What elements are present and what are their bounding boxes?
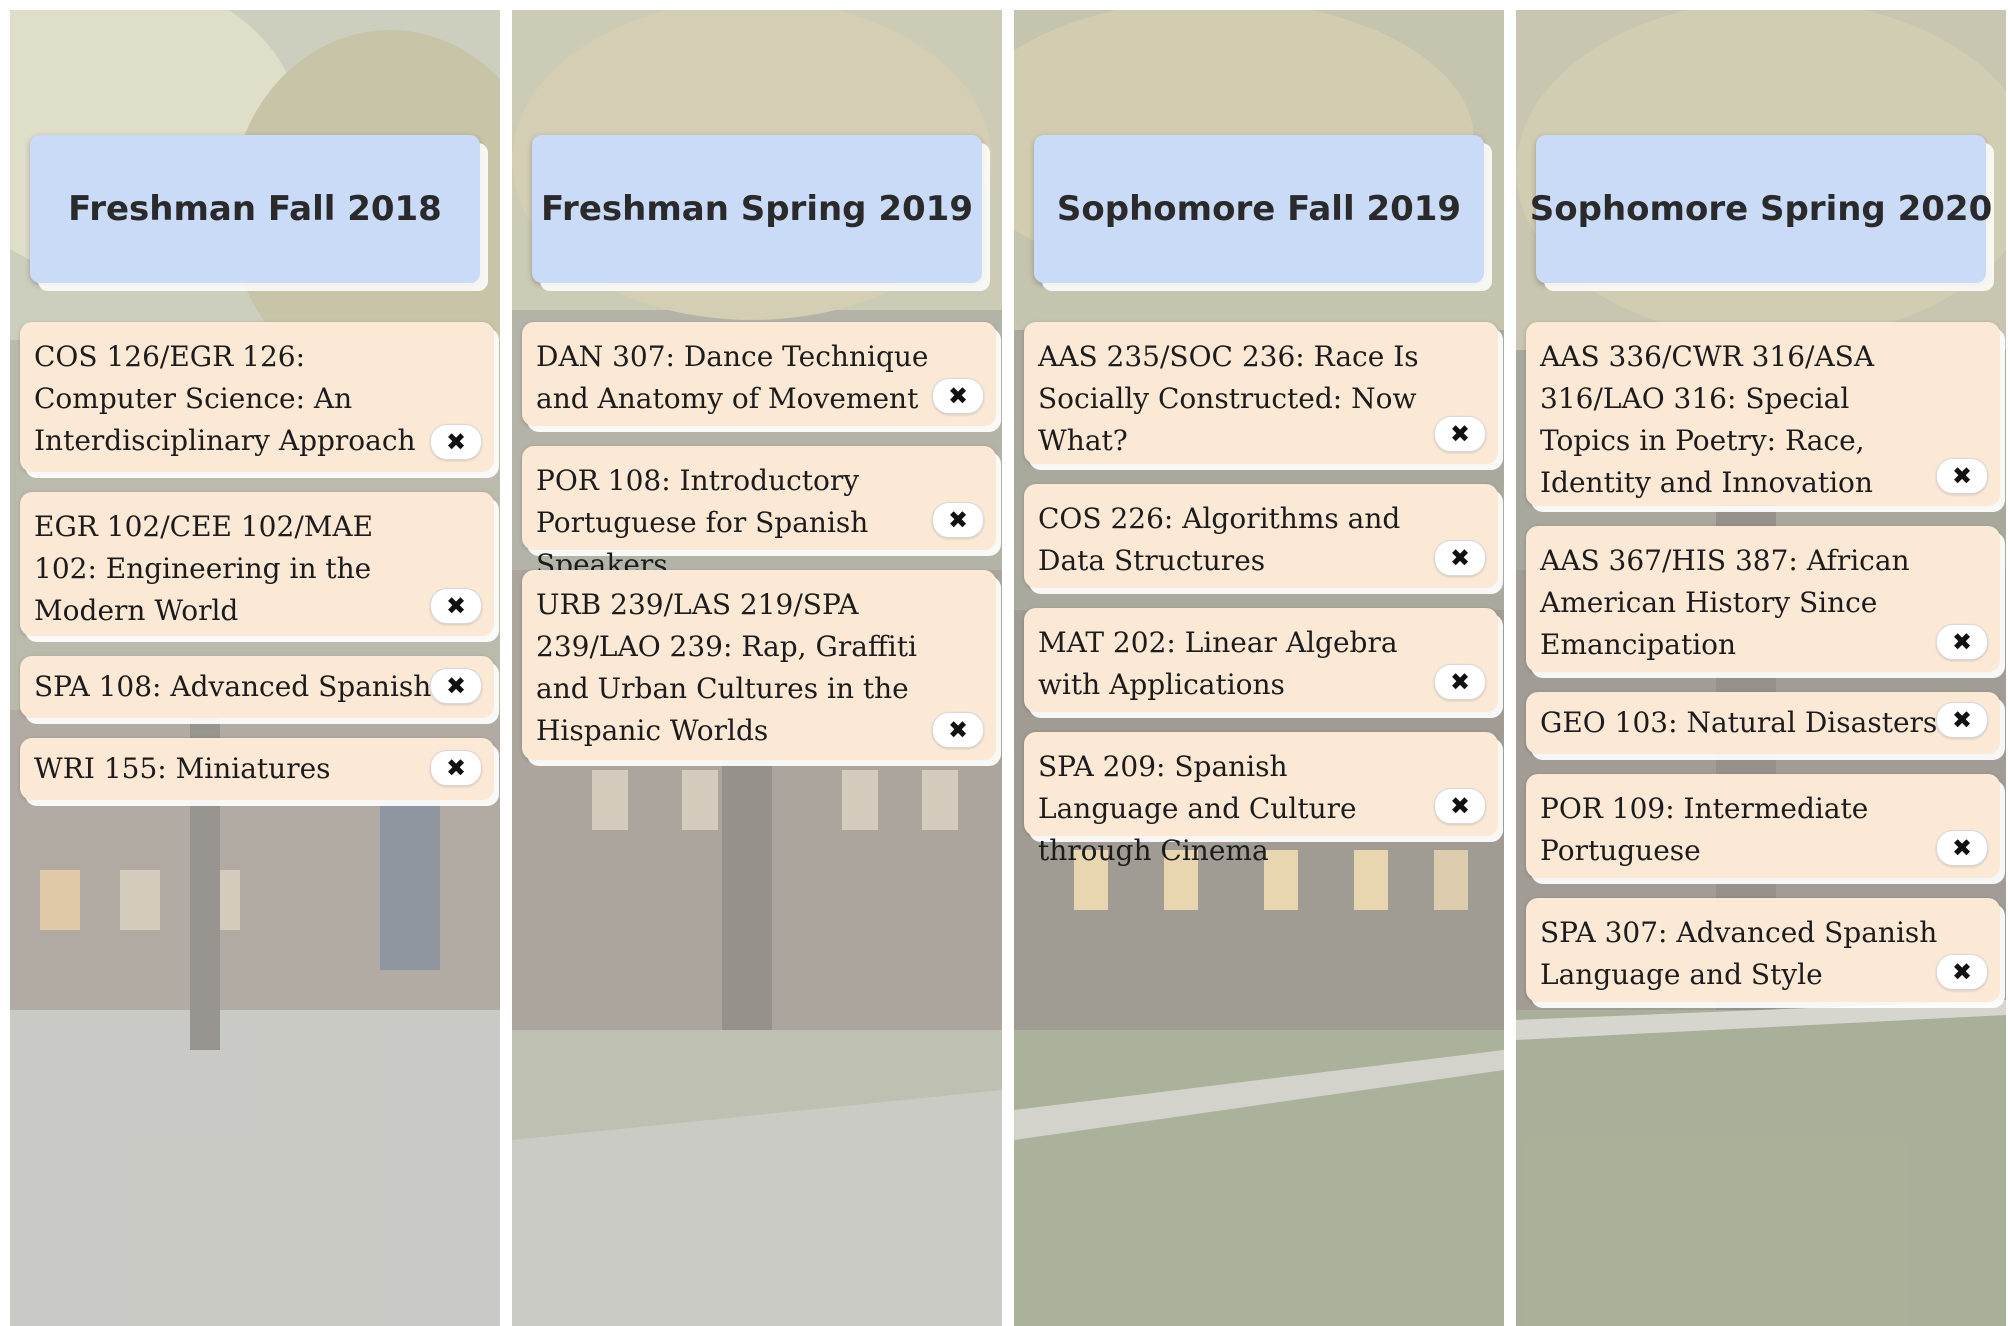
course-name: POR 108: Introductory Portuguese for Spa… — [536, 464, 869, 581]
course-name: MAT 202: Linear Algebra with Application… — [1038, 626, 1398, 701]
course-name: AAS 367/HIS 387: African American Histor… — [1540, 544, 1910, 661]
course-name: URB 239/LAS 219/SPA 239/LAO 239: Rap, Gr… — [536, 588, 917, 747]
course-card[interactable]: MAT 202: Linear Algebra with Application… — [1024, 608, 1498, 712]
remove-course-button[interactable]: ✖ — [1434, 416, 1486, 452]
course-name: SPA 307: Advanced Spanish Language and S… — [1540, 916, 1938, 991]
course-card[interactable]: WRI 155: Miniatures ✖ — [20, 738, 494, 800]
course-name: SPA 209: Spanish Language and Culture th… — [1038, 750, 1357, 867]
course-card[interactable]: EGR 102/CEE 102/MAE 102: Engineering in … — [20, 492, 494, 636]
course-card[interactable]: DAN 307: Dance Technique and Anatomy of … — [522, 322, 996, 426]
course-list: DAN 307: Dance Technique and Anatomy of … — [522, 322, 996, 780]
close-icon: ✖ — [445, 428, 467, 456]
remove-course-button[interactable]: ✖ — [1936, 458, 1988, 494]
remove-course-button[interactable]: ✖ — [1936, 624, 1988, 660]
close-icon: ✖ — [1449, 668, 1471, 696]
semester-column-freshman-spring-2019: Freshman Spring 2019 DAN 307: Dance Tech… — [512, 10, 1002, 1326]
course-name: WRI 155: Miniatures — [34, 752, 331, 785]
course-card[interactable]: AAS 367/HIS 387: African American Histor… — [1526, 526, 2000, 672]
course-name: DAN 307: Dance Technique and Anatomy of … — [536, 340, 929, 415]
course-name: AAS 336/CWR 316/ASA 316/LAO 316: Special… — [1540, 340, 1875, 499]
remove-course-button[interactable]: ✖ — [1936, 954, 1988, 990]
semester-title: Freshman Spring 2019 — [541, 189, 973, 229]
course-list: COS 126/EGR 126: Computer Science: An In… — [20, 322, 494, 820]
course-card[interactable]: URB 239/LAS 219/SPA 239/LAO 239: Rap, Gr… — [522, 570, 996, 760]
remove-course-button[interactable]: ✖ — [1936, 830, 1988, 866]
remove-course-button[interactable]: ✖ — [430, 588, 482, 624]
remove-course-button[interactable]: ✖ — [430, 668, 482, 704]
course-name: POR 109: Intermediate Portuguese — [1540, 792, 1869, 867]
course-card[interactable]: SPA 307: Advanced Spanish Language and S… — [1526, 898, 2000, 1002]
semester-column-sophomore-spring-2020: Sophomore Spring 2020 AAS 336/CWR 316/AS… — [1516, 10, 2006, 1326]
semester-header: Sophomore Spring 2020 — [1530, 135, 1992, 283]
course-card[interactable]: SPA 108: Advanced Spanish ✖ — [20, 656, 494, 718]
close-icon: ✖ — [1951, 628, 1973, 656]
semester-header: Sophomore Fall 2019 — [1034, 135, 1484, 283]
course-card[interactable]: POR 109: Intermediate Portuguese ✖ — [1526, 774, 2000, 878]
course-name: EGR 102/CEE 102/MAE 102: Engineering in … — [34, 510, 374, 627]
course-name: GEO 103: Natural Disasters — [1540, 706, 1938, 739]
semester-title: Sophomore Fall 2019 — [1056, 189, 1462, 229]
remove-course-button[interactable]: ✖ — [1434, 540, 1486, 576]
close-icon: ✖ — [445, 754, 467, 782]
close-icon: ✖ — [1951, 834, 1973, 862]
close-icon: ✖ — [445, 592, 467, 620]
course-card[interactable]: AAS 235/SOC 236: Race Is Socially Constr… — [1024, 322, 1498, 464]
remove-course-button[interactable]: ✖ — [1434, 664, 1486, 700]
close-icon: ✖ — [1951, 462, 1973, 490]
remove-course-button[interactable]: ✖ — [1434, 788, 1486, 824]
semester-header: Freshman Spring 2019 — [532, 135, 982, 283]
close-icon: ✖ — [445, 672, 467, 700]
course-card[interactable]: SPA 209: Spanish Language and Culture th… — [1024, 732, 1498, 867]
course-name: SPA 108: Advanced Spanish — [34, 670, 432, 703]
close-icon: ✖ — [1951, 706, 1973, 734]
course-list: AAS 336/CWR 316/ASA 316/LAO 316: Special… — [1526, 322, 2000, 1022]
remove-course-button[interactable]: ✖ — [932, 712, 984, 748]
close-icon: ✖ — [947, 382, 969, 410]
course-name: COS 126/EGR 126: Computer Science: An In… — [34, 340, 416, 457]
close-icon: ✖ — [1951, 958, 1973, 986]
remove-course-button[interactable]: ✖ — [430, 750, 482, 786]
course-name: COS 226: Algorithms and Data Structures — [1038, 502, 1401, 577]
semester-column-sophomore-fall-2019: Sophomore Fall 2019 AAS 235/SOC 236: Rac… — [1014, 10, 1504, 1326]
course-name: AAS 235/SOC 236: Race Is Socially Constr… — [1038, 340, 1419, 457]
close-icon: ✖ — [1449, 544, 1471, 572]
close-icon: ✖ — [947, 506, 969, 534]
close-icon: ✖ — [1449, 792, 1471, 820]
course-card[interactable]: COS 126/EGR 126: Computer Science: An In… — [20, 322, 494, 472]
course-card[interactable]: COS 226: Algorithms and Data Structures … — [1024, 484, 1498, 588]
close-icon: ✖ — [947, 716, 969, 744]
course-list: AAS 235/SOC 236: Race Is Socially Constr… — [1024, 322, 1498, 867]
semester-title: Sophomore Spring 2020 — [1529, 189, 1993, 229]
remove-course-button[interactable]: ✖ — [932, 378, 984, 414]
semester-title: Freshman Fall 2018 — [68, 189, 442, 229]
close-icon: ✖ — [1449, 420, 1471, 448]
remove-course-button[interactable]: ✖ — [430, 424, 482, 460]
semester-header: Freshman Fall 2018 — [30, 135, 480, 283]
course-card[interactable]: GEO 103: Natural Disasters ✖ — [1526, 692, 2000, 754]
semester-column-freshman-fall-2018: Freshman Fall 2018 COS 126/EGR 126: Comp… — [10, 10, 500, 1326]
course-card[interactable]: POR 108: Introductory Portuguese for Spa… — [522, 446, 996, 581]
remove-course-button[interactable]: ✖ — [932, 502, 984, 538]
remove-course-button[interactable]: ✖ — [1936, 702, 1988, 738]
semester-board: Freshman Fall 2018 COS 126/EGR 126: Comp… — [0, 0, 2008, 1326]
course-card[interactable]: AAS 336/CWR 316/ASA 316/LAO 316: Special… — [1526, 322, 2000, 506]
